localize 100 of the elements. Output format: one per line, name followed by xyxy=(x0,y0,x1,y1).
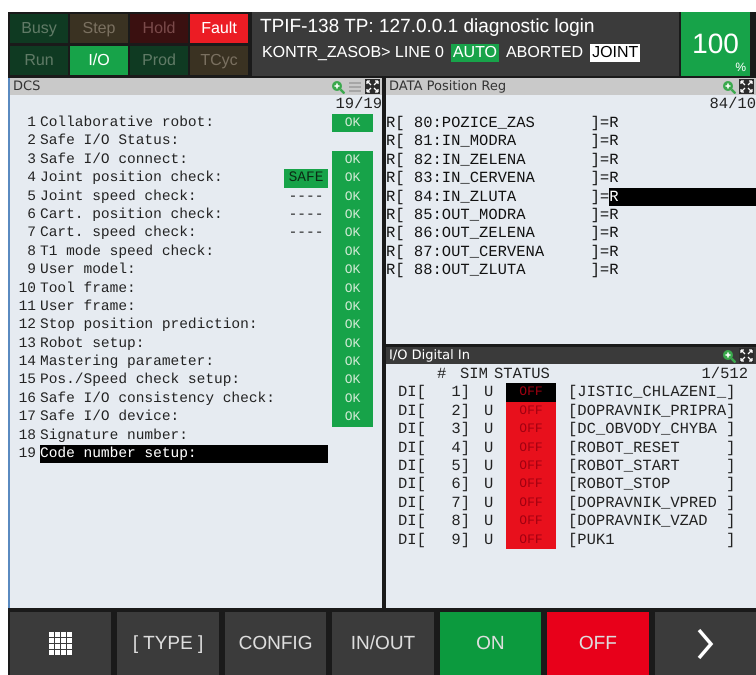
register-value[interactable]: R xyxy=(609,224,756,243)
setting-label[interactable]: T1 mode speed check: xyxy=(40,242,280,262)
check-value: ---- xyxy=(288,206,324,224)
mode-badge: AUTO xyxy=(450,44,499,62)
setting-label[interactable]: Safe I/O device: xyxy=(40,408,280,427)
register-value[interactable]: R xyxy=(609,242,756,262)
sim-label: U xyxy=(484,494,492,512)
register-value[interactable]: R xyxy=(609,169,756,188)
register-value[interactable]: R xyxy=(609,150,756,170)
line-number: 17 xyxy=(18,408,36,427)
setting-label[interactable]: Stop position prediction: xyxy=(40,316,280,335)
port-label: DI[ xyxy=(398,494,427,512)
port-label: DI[ xyxy=(398,438,427,457)
line-number: 11 xyxy=(18,298,36,316)
sim-label: U xyxy=(484,420,492,439)
function-key[interactable]: CONFIG xyxy=(224,612,326,675)
line-number: 7 xyxy=(26,224,36,243)
line-number: 13 xyxy=(18,334,36,354)
setting-label[interactable]: Mastering parameter: xyxy=(40,353,280,372)
setting-label[interactable]: Cart. position check: xyxy=(40,206,280,224)
port-label: DI[ xyxy=(398,402,427,420)
setting-label[interactable]: Robot setup: xyxy=(40,334,280,354)
setting-label[interactable]: Safe I/O connect: xyxy=(40,150,280,170)
register-label: R[ 81:IN_MODRA ]= xyxy=(386,132,610,151)
signal-comment: [ROBOT_STOP ] xyxy=(568,475,736,494)
maximize-icon[interactable] xyxy=(739,348,754,363)
register-label: R[ 84:IN_ZLUTA ]= xyxy=(386,188,610,206)
setting-label[interactable]: Joint speed check: xyxy=(40,188,280,206)
signal-comment: [PUK1 ] xyxy=(568,530,736,549)
mode-badge: JOINT xyxy=(590,44,640,62)
check-value: ---- xyxy=(288,224,324,243)
status-lamp: Step xyxy=(70,14,128,43)
sim-label: U xyxy=(484,512,492,531)
port-index: 1] xyxy=(450,383,470,402)
setting-label[interactable]: Collaborative robot: xyxy=(40,114,280,132)
status-value: OK xyxy=(332,316,373,335)
status-lamp: Busy xyxy=(10,14,68,43)
line-number: 14 xyxy=(18,353,36,372)
port-index: 6] xyxy=(450,475,470,494)
line-number: 4 xyxy=(26,169,36,188)
line-number: 18 xyxy=(18,426,36,446)
port-index: 4] xyxy=(450,438,470,457)
signal-comment: [DOPRAVNIK_VPRED ] xyxy=(568,494,736,512)
override-value: 100 xyxy=(692,28,739,60)
register-value[interactable]: R xyxy=(609,206,756,224)
register-label: R[ 86:OUT_ZELENA ]= xyxy=(386,224,610,243)
setting-label[interactable]: Tool frame: xyxy=(40,280,280,298)
register-value[interactable]: R xyxy=(609,114,756,132)
status-value: OK xyxy=(332,188,373,206)
maximize-icon[interactable] xyxy=(365,79,380,94)
maximize-icon[interactable] xyxy=(739,79,754,94)
setting-label[interactable]: Safe I/O Status: xyxy=(40,132,280,151)
status-value: OK xyxy=(332,371,373,390)
line-number: 6 xyxy=(26,206,36,224)
port-label: DI[ xyxy=(398,383,427,402)
setting-label[interactable]: Code number setup: xyxy=(40,445,328,464)
status-value: OK xyxy=(332,334,373,354)
line-number: 1 xyxy=(26,114,36,132)
setting-label[interactable]: User frame: xyxy=(40,298,280,316)
menu-grid-icon[interactable] xyxy=(49,632,72,655)
status-value: OK xyxy=(332,114,373,132)
check-value: ---- xyxy=(288,188,324,206)
line-number: 10 xyxy=(18,280,36,298)
port-label: DI[ xyxy=(398,512,427,531)
panel-title: DATA Position Reg xyxy=(389,79,506,94)
port-index: 7] xyxy=(450,494,470,512)
register-value[interactable]: R xyxy=(609,188,756,206)
setting-label[interactable]: User model: xyxy=(40,261,280,280)
register-value[interactable]: R xyxy=(609,261,756,280)
zoom-in-icon[interactable] xyxy=(722,348,736,362)
status-value: OK xyxy=(332,206,373,224)
line-number: 12 xyxy=(18,316,36,335)
status-value: OK xyxy=(332,298,373,316)
sim-label: U xyxy=(484,383,492,402)
register-label: R[ 85:OUT_MODRA ]= xyxy=(386,206,610,224)
override-unit: % xyxy=(735,60,746,74)
status-value: OK xyxy=(332,169,373,188)
signal-comment: [ROBOT_RESET ] xyxy=(568,438,736,457)
page-counter: 19/19 xyxy=(335,95,382,114)
status-lamp: Prod xyxy=(130,46,188,75)
setting-label[interactable]: Pos./Speed check setup: xyxy=(40,371,280,390)
register-label: R[ 83:IN_CERVENA ]= xyxy=(386,169,610,188)
setting-label[interactable]: Safe I/O consistency check: xyxy=(40,390,280,408)
chevron-right-icon[interactable] xyxy=(696,628,714,660)
register-label: R[ 80:POZICE_ZAS ]= xyxy=(386,114,610,132)
setting-label[interactable]: Joint position check: xyxy=(40,169,280,188)
panel-title: I/O Digital In xyxy=(389,348,470,363)
sim-label: U xyxy=(484,530,492,549)
line-number: 3 xyxy=(26,150,36,170)
line-number: 5 xyxy=(26,188,36,206)
port-index: 3] xyxy=(450,420,470,439)
sim-label: U xyxy=(484,475,492,494)
setting-label[interactable]: Cart. speed check: xyxy=(40,224,280,243)
port-index: 5] xyxy=(450,456,470,476)
function-key[interactable]: IN/OUT xyxy=(332,612,434,675)
setting-label[interactable]: Signature number: xyxy=(40,426,280,446)
port-index: 8] xyxy=(450,512,470,531)
function-key[interactable]: [ TYPE ] xyxy=(117,612,219,675)
register-value[interactable]: R xyxy=(609,132,756,151)
status-value: OK xyxy=(332,408,373,427)
